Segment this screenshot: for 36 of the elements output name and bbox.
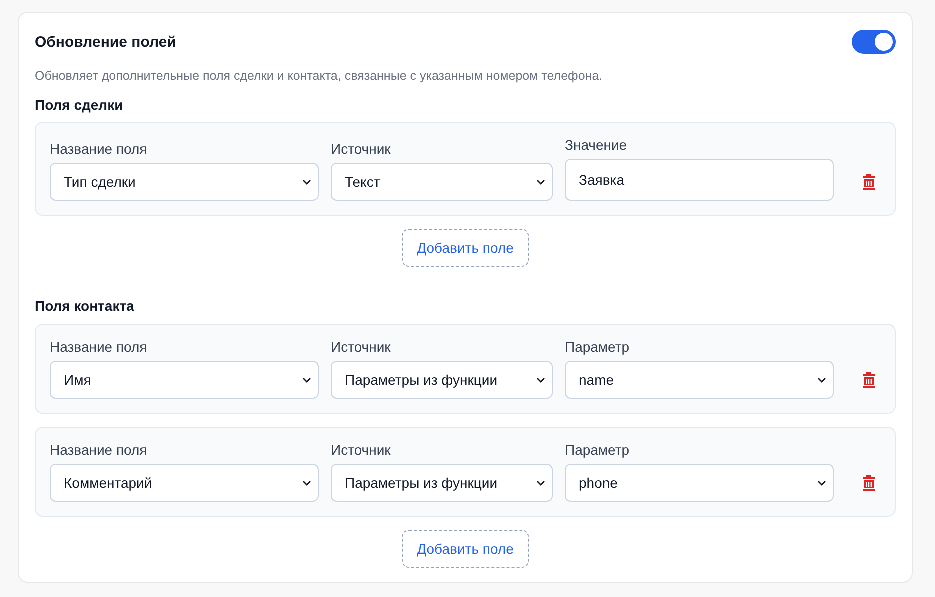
select-field[interactable]: name	[565, 361, 834, 399]
field-label: Значение	[565, 137, 628, 153]
field-label: Источник	[331, 339, 392, 355]
trash-icon[interactable]	[862, 174, 876, 190]
select-field[interactable]: Параметры из функции	[331, 361, 553, 399]
field-label: Параметр	[565, 339, 631, 355]
field-label: Параметр	[565, 442, 631, 458]
field-label: Источник	[331, 442, 392, 458]
field-label: Название поля	[50, 141, 148, 157]
chevron-down-icon	[817, 478, 827, 488]
select-field[interactable]: Комментарий	[50, 464, 319, 502]
field-label: Источник	[331, 141, 392, 157]
field-label: Название поля	[50, 339, 148, 355]
select-field[interactable]: Параметры из функции	[331, 464, 553, 502]
chevron-down-icon	[302, 177, 312, 187]
add-field-button[interactable]: Добавить поле	[402, 530, 529, 568]
chevron-down-icon	[302, 478, 312, 488]
select-field[interactable]: phone	[565, 464, 834, 502]
select-field[interactable]: Тип сделки	[50, 163, 319, 201]
trash-icon[interactable]	[862, 372, 876, 388]
chevron-down-icon	[817, 375, 827, 385]
toggle-switch[interactable]	[852, 30, 896, 54]
select-field[interactable]: Текст	[331, 163, 553, 201]
add-field-button[interactable]: Добавить поле	[402, 229, 529, 267]
chevron-down-icon	[536, 375, 546, 385]
input-field[interactable]: Заявка	[565, 159, 834, 201]
section-title: Обновление полей	[35, 34, 176, 50]
field-label: Название поля	[50, 442, 148, 458]
chevron-down-icon	[536, 478, 546, 488]
section-heading: Поля сделки	[35, 97, 124, 113]
description: Обновляет дополнительные поля сделки и контакта, связанные с указанным номером телефона.	[35, 69, 604, 83]
section-heading: Поля контакта	[35, 298, 136, 314]
select-field[interactable]: Имя	[50, 361, 319, 399]
chevron-down-icon	[302, 375, 312, 385]
chevron-down-icon	[536, 177, 546, 187]
trash-icon[interactable]	[862, 475, 876, 491]
